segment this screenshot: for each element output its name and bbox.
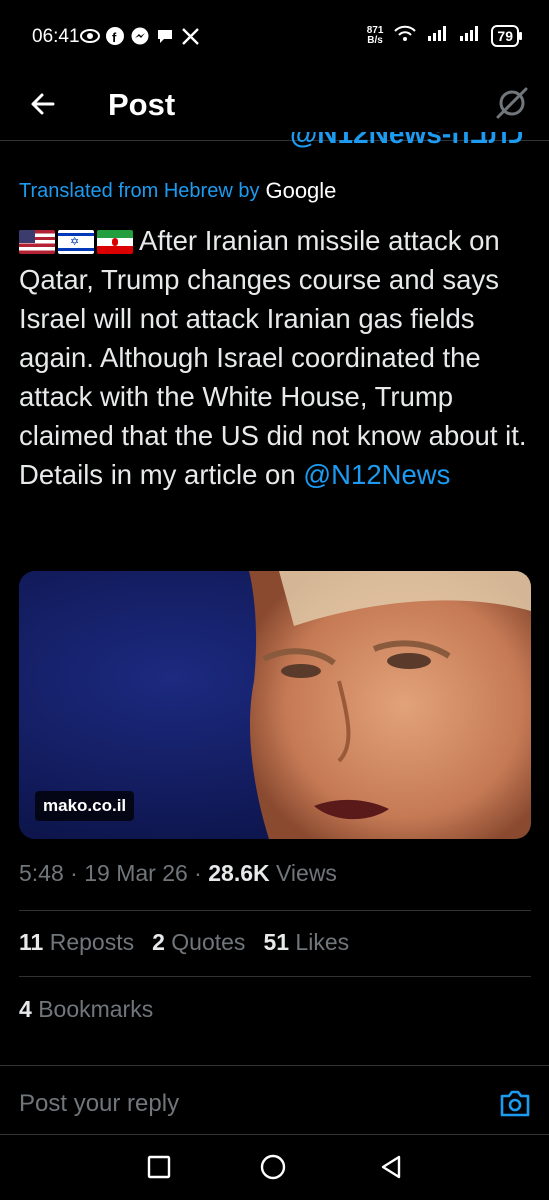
svg-text:f: f xyxy=(112,30,117,45)
quotes-count: 2 xyxy=(152,929,165,955)
cutoff-original-text: @N12News-ב כתבה xyxy=(290,132,530,158)
post-body: After Iranian missile attack on Qatar, T… xyxy=(19,225,527,490)
quotes-stat[interactable]: 2 Quotes xyxy=(152,929,245,956)
x-logo-icon xyxy=(180,26,200,46)
bookmarks-stat[interactable]: 4 Bookmarks xyxy=(19,996,153,1023)
eye-icon xyxy=(80,26,100,46)
camera-icon[interactable] xyxy=(499,1088,531,1118)
cutoff-text: @N12News-ב כתבה xyxy=(290,132,530,149)
facebook-icon: f xyxy=(105,26,125,46)
post-meta: 5:48 · 19 Mar 26 · 28.6K Views xyxy=(19,860,337,887)
post-time: 5:48 xyxy=(19,860,64,886)
bookmarks-count: 4 xyxy=(19,996,32,1022)
back-arrow-icon[interactable] xyxy=(26,86,62,122)
reply-bar: Post your reply xyxy=(0,1065,549,1135)
bookmarks-label: Bookmarks xyxy=(38,996,154,1022)
recents-icon[interactable] xyxy=(144,1152,174,1182)
card-domain: mako.co.il xyxy=(35,791,135,821)
chat-icon xyxy=(155,26,175,46)
meta-dot: · xyxy=(70,860,78,886)
flag-emojis: ✡ xyxy=(19,230,133,254)
post-date: 19 Mar 26 xyxy=(84,860,188,886)
home-icon[interactable] xyxy=(258,1152,288,1182)
network-speed: 871 B/s xyxy=(366,24,384,46)
reply-input[interactable]: Post your reply xyxy=(19,1090,179,1118)
grok-icon[interactable] xyxy=(495,86,529,120)
divider xyxy=(19,910,531,911)
page-title: Post xyxy=(108,87,176,122)
likes-count: 51 xyxy=(263,929,290,955)
likes-label: Likes xyxy=(295,929,350,955)
status-right: 871 B/s 79 xyxy=(366,24,522,47)
translation-label: Translated from Hebrew by xyxy=(19,179,260,202)
messenger-icon xyxy=(130,26,150,46)
link-preview-card[interactable]: mako.co.il xyxy=(19,571,531,839)
likes-stat[interactable]: 51 Likes xyxy=(263,929,349,956)
engagement-stats: 11 Reposts 2 Quotes 51 Likes xyxy=(19,929,349,956)
quotes-label: Quotes xyxy=(171,929,246,955)
wifi-icon xyxy=(393,24,417,47)
israel-flag-icon: ✡ xyxy=(58,230,94,254)
iran-flag-icon xyxy=(97,230,133,254)
signal-icon-2 xyxy=(459,25,481,46)
views-label: Views xyxy=(276,860,337,886)
battery-indicator: 79 xyxy=(491,24,522,47)
views-count: 28.6K xyxy=(208,860,270,886)
back-triangle-icon[interactable] xyxy=(376,1152,406,1182)
meta-dot-2: · xyxy=(194,860,202,886)
post-text: ✡ After Iranian missile attack on Qatar,… xyxy=(19,221,534,494)
divider-2 xyxy=(19,976,531,977)
translation-note: Translated from Hebrew by Google xyxy=(19,178,336,204)
status-bar: 06:41 f 871 B/s 79 xyxy=(0,0,549,70)
status-time: 06:41 xyxy=(32,26,80,47)
network-speed-unit: B/s xyxy=(367,34,383,46)
system-nav-bar xyxy=(0,1134,549,1200)
signal-icon xyxy=(427,25,449,46)
top-app-bar: Post xyxy=(0,70,549,141)
notification-icons: f xyxy=(80,26,200,46)
reposts-label: Reposts xyxy=(49,929,135,955)
reposts-stat[interactable]: 11 Reposts xyxy=(19,929,134,956)
reposts-count: 11 xyxy=(19,929,44,955)
mention-link[interactable]: @N12News xyxy=(303,459,450,490)
network-speed-value: 871 xyxy=(366,24,384,36)
translation-provider: Google xyxy=(265,178,337,203)
us-flag-icon xyxy=(19,230,55,254)
